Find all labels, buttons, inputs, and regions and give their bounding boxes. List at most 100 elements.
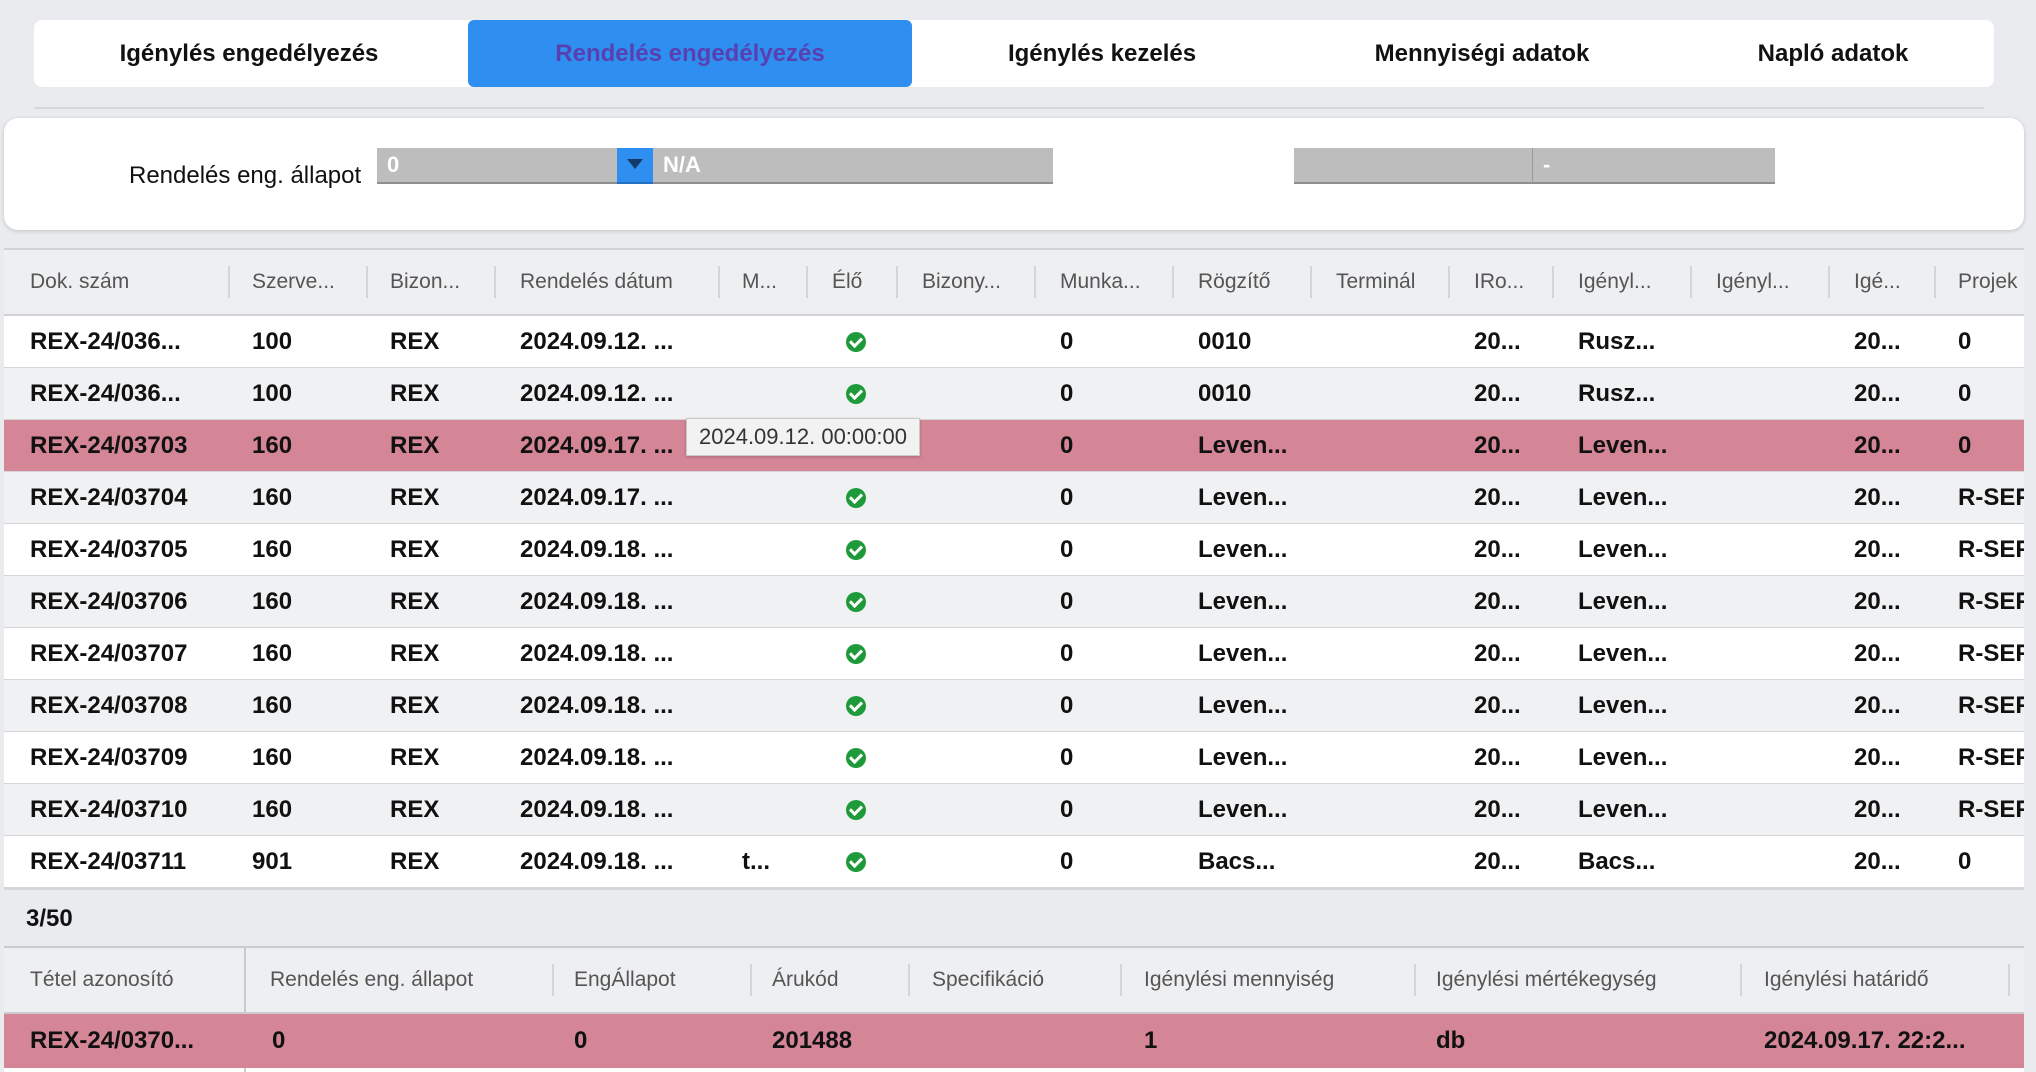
col-specifikacio[interactable]: Specifikáció (932, 948, 1112, 1012)
cell-igenyl-1: Leven... (1578, 536, 1668, 563)
cell-iro: 20... (1474, 848, 1521, 875)
second-text-field: - (1532, 148, 1775, 184)
table-row[interactable]: REX-24/03704 160 REX 2024.09.17. ... 0 Leven.… (4, 472, 2024, 524)
table-row[interactable]: REX-24/03707 160 REX 2024.09.18. ... 0 Leven.… (4, 628, 2024, 680)
col-bizony[interactable]: Bizony... (922, 250, 1032, 314)
cell-iro: 20... (1474, 380, 1521, 407)
column-separator[interactable] (494, 266, 496, 298)
cell-terminal (1336, 524, 1446, 575)
col-igenylesi-mennyiseg[interactable]: Igénylési mennyiség (1144, 948, 1414, 1012)
dropdown-arrow-icon[interactable] (617, 148, 653, 184)
cell-munka: 0 (1060, 536, 1074, 563)
column-separator[interactable] (750, 964, 752, 996)
col-iro[interactable]: IRo... (1474, 250, 1544, 314)
column-separator[interactable] (366, 266, 368, 298)
table-row[interactable]: REX-24/03708 160 REX 2024.09.18. ... 0 Leven.… (4, 680, 2024, 732)
col-projek[interactable]: Projek (1958, 250, 2024, 314)
cell-rogzito: Leven... (1198, 432, 1288, 459)
orders-grid: Dok. szám Szerve... Bizon... Rendelés dá… (4, 248, 2024, 890)
column-separator[interactable] (1690, 266, 1692, 298)
column-separator[interactable] (228, 266, 230, 298)
col-igenyl-1[interactable]: Igényl... (1578, 250, 1678, 314)
item-specifikacio (932, 1014, 1112, 1068)
cell-szerv: 100 (252, 328, 293, 355)
tab-mennyisegi-adatok[interactable]: Mennyiségi adatok (1292, 20, 1672, 87)
col-munka[interactable]: Munka... (1060, 250, 1170, 314)
cell-m: t... (742, 848, 770, 875)
col-bizon[interactable]: Bizon... (390, 250, 500, 314)
cell-rogzito: Leven... (1198, 640, 1288, 667)
column-separator[interactable] (1552, 266, 1554, 298)
cell-rogzito: 0010 (1198, 380, 1252, 407)
tab-naplo-adatok[interactable]: Napló adatok (1672, 20, 1994, 87)
column-separator[interactable] (896, 266, 898, 298)
tab-rendeles-engedelyezes[interactable]: Rendelés engedélyezés (468, 20, 912, 87)
tab-igenyles-kezeles[interactable]: Igénylés kezelés (912, 20, 1292, 87)
cell-munka: 0 (1060, 744, 1074, 771)
column-separator[interactable] (718, 266, 720, 298)
col-engallapot[interactable]: EngÁllapot (574, 948, 744, 1012)
cell-rogzito: Leven... (1198, 536, 1288, 563)
cell-igenyl-1: Leven... (1578, 744, 1668, 771)
table-row[interactable]: REX-24/03705 160 REX 2024.09.18. ... 0 Leven.… (4, 524, 2024, 576)
column-separator[interactable] (1120, 964, 1122, 996)
column-separator[interactable] (1034, 266, 1036, 298)
col-arukod[interactable]: Árukód (772, 948, 902, 1012)
column-separator[interactable] (908, 964, 910, 996)
cell-ige: 20... (1854, 588, 1901, 615)
column-separator[interactable] (1828, 266, 1830, 298)
check-circle-icon (846, 384, 866, 404)
col-tetel-azonosito[interactable]: Tétel azonosító (30, 948, 240, 1012)
table-row[interactable]: REX-24/03706 160 REX 2024.09.18. ... 0 Leven.… (4, 576, 2024, 628)
table-row[interactable]: REX-24/03709 160 REX 2024.09.18. ... 0 Leven.… (4, 732, 2024, 784)
cell-rendeles-datum: 2024.09.18. ... (520, 588, 674, 615)
cell-munka: 0 (1060, 484, 1074, 511)
cell-rogzito: Leven... (1198, 796, 1288, 823)
cell-ige: 20... (1854, 848, 1901, 875)
col-dok-szam[interactable]: Dok. szám (30, 250, 230, 314)
column-separator[interactable] (1934, 266, 1936, 298)
cell-igenyl-1: Rusz... (1578, 380, 1656, 407)
cell-terminal (1336, 368, 1446, 419)
col-igenyl-2[interactable]: Igényl... (1716, 250, 1816, 314)
col-terminal[interactable]: Terminál (1336, 250, 1456, 314)
col-igenylesi-mertekegyseg[interactable]: Igénylési mértékegység (1436, 948, 1736, 1012)
column-separator[interactable] (1740, 964, 1742, 996)
cell-igenyl-2 (1716, 732, 1816, 783)
table-row[interactable]: REX-24/036... 100 REX 2024.09.12. ... 0 0010 2… (4, 368, 2024, 420)
column-separator[interactable] (552, 964, 554, 996)
col-ige[interactable]: Igé... (1854, 250, 1924, 314)
col-rendeles-datum[interactable]: Rendelés dátum (520, 250, 720, 314)
column-separator[interactable] (1414, 964, 1416, 996)
tab-igenyles-engedelyezes[interactable]: Igénylés engedélyezés (34, 20, 464, 87)
column-separator[interactable] (806, 266, 808, 298)
column-separator[interactable] (1172, 266, 1174, 298)
col-szerv[interactable]: Szerve... (252, 250, 362, 314)
cell-iro: 20... (1474, 432, 1521, 459)
table-row[interactable]: REX-24/03711 901 REX 2024.09.18. ... t... 0 Ba… (4, 836, 2024, 888)
col-elo[interactable]: Élő (832, 250, 892, 314)
col-rendeles-eng-allapot[interactable]: Rendelés eng. állapot (270, 948, 550, 1012)
status-code-field[interactable]: 0 (377, 148, 617, 184)
cell-szerv: 100 (252, 380, 293, 407)
cell-dok-szam: REX-24/03706 (30, 588, 188, 615)
table-row[interactable]: REX-24/03703 160 REX 2024.09.17. ... 0 Leven.… (4, 420, 2024, 472)
col-rogzito[interactable]: Rögzítő (1198, 250, 1308, 314)
cell-szerv: 160 (252, 744, 293, 771)
second-code-field[interactable] (1294, 148, 1532, 184)
table-row[interactable]: REX-24/036... 100 REX 2024.09.12. ... 0 0010 2… (4, 316, 2024, 368)
cell-rendeles-datum: 2024.09.17. ... (520, 432, 674, 459)
cell-munka: 0 (1060, 588, 1074, 615)
table-row[interactable]: REX-24/03710 160 REX 2024.09.18. ... 0 Leven.… (4, 784, 2024, 836)
filter-label: Rendelés eng. állapot (129, 162, 362, 189)
column-separator[interactable] (1448, 266, 1450, 298)
column-separator[interactable] (2008, 964, 2010, 996)
items-table-row[interactable]: REX-24/0370... 0 0 201488 1 db 2024.09.1… (4, 1014, 2024, 1068)
col-igenylesi-hatarido[interactable]: Igénylési határidő (1764, 948, 2004, 1012)
col-m[interactable]: M... (742, 250, 802, 314)
cell-projek: R-SEF (1958, 640, 2024, 667)
item-arukod: 201488 (772, 1027, 853, 1054)
column-separator[interactable] (1310, 266, 1312, 298)
cell-projek: R-SEF (1958, 796, 2024, 823)
cell-dok-szam: REX-24/03703 (30, 432, 188, 459)
